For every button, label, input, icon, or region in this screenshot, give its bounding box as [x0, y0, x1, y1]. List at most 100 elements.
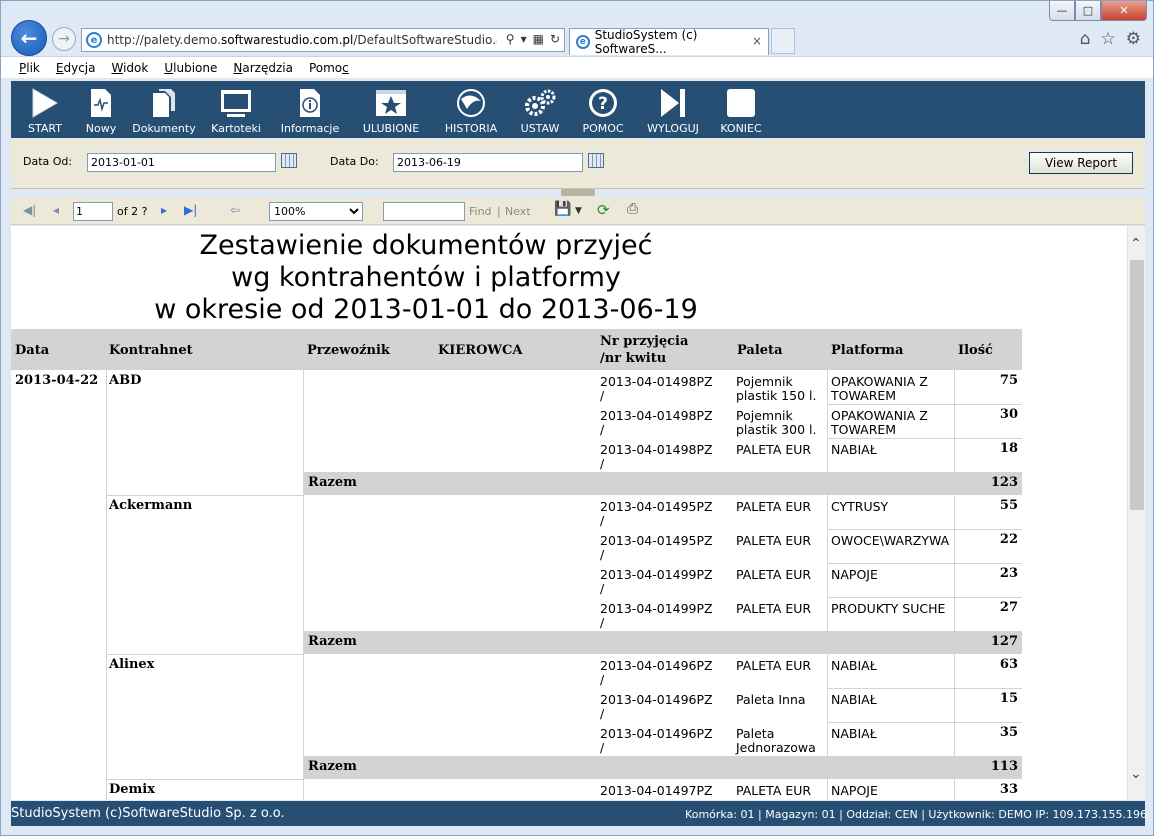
toolbar-nowy[interactable]: Nowy: [75, 81, 127, 138]
platforma-line-1: OPAKOWANIA Z: [831, 374, 928, 389]
platforma-line-1: NABIAŁ: [831, 442, 877, 457]
header-ilosc: Ilość: [958, 343, 993, 358]
compatibility-icon[interactable]: ▦: [533, 32, 544, 46]
forward-button[interactable]: →: [52, 27, 76, 51]
settings-gear-icon[interactable]: ⚙: [1126, 29, 1141, 49]
group-divider: [106, 779, 303, 780]
platforma-line-1: OWOCE\WARZYWA: [831, 533, 950, 548]
nr-przyjecia: 2013-04-01498PZ: [600, 408, 713, 423]
kontrahent-name: Demix: [109, 782, 155, 797]
platforma-line-1: NABIAŁ: [831, 658, 877, 673]
back-to-parent-icon[interactable]: ⇦: [230, 203, 240, 217]
help-icon: ?: [587, 87, 619, 119]
vertical-scrollbar[interactable]: ⌃ ⌄: [1127, 226, 1145, 800]
paleta-line-2: plastik 300 l.: [736, 422, 817, 437]
first-page-icon[interactable]: ◀|: [23, 203, 36, 217]
toolbar-pomoc[interactable]: ? POMOC: [571, 81, 635, 138]
zoom-select[interactable]: 100%: [269, 202, 363, 221]
scrollbar-thumb[interactable]: [1130, 260, 1144, 510]
last-page-icon[interactable]: ▶|: [184, 203, 197, 217]
toolbar-start[interactable]: START: [15, 81, 75, 138]
platforma-line-2: TOWAREM: [831, 422, 897, 437]
print-icon[interactable]: ⎙: [627, 201, 638, 217]
report-viewer: Zestawienie dokumentów przyjeć wg kontra…: [11, 226, 1127, 800]
toolbar-dokumenty[interactable]: Dokumenty: [127, 81, 201, 138]
menu-edycja[interactable]: Edycja: [56, 61, 96, 75]
toolbar-historia[interactable]: HISTORIA: [433, 81, 509, 138]
maximize-button[interactable]: □: [1075, 1, 1101, 21]
star-icon: [374, 87, 408, 119]
menu-pomoc[interactable]: Pomoc: [309, 61, 349, 75]
ilosc-value: 30: [999, 407, 1018, 422]
home-icon[interactable]: ⌂: [1080, 29, 1091, 49]
scroll-up-icon[interactable]: ⌃: [1130, 236, 1142, 252]
toolbar-informacje[interactable]: Informacje: [271, 81, 349, 138]
address-tools: ⚲ ▾ ▦ ↻: [506, 32, 560, 46]
row-divider: [827, 722, 1022, 723]
report-parameters: Data Od: Data Do: View Report: [11, 139, 1145, 189]
search-icon[interactable]: ⚲: [506, 32, 515, 46]
gears-icon: [523, 87, 557, 119]
nr-przyjecia: 2013-04-01498PZ: [600, 442, 713, 457]
group-divider: [106, 495, 303, 496]
scroll-down-icon[interactable]: ⌄: [1130, 766, 1142, 782]
header-kierowca: KIEROWCA: [438, 343, 523, 358]
paleta-line-1: PALETA EUR: [736, 442, 812, 457]
back-button[interactable]: ←: [11, 20, 47, 56]
page-count: of 2 ?: [117, 205, 148, 218]
toolbar-kartoteki[interactable]: Kartoteki: [201, 81, 271, 138]
toolbar-ulubione[interactable]: ULUBIONE: [349, 81, 433, 138]
find-separator: |: [497, 205, 501, 218]
ilosc-value: 23: [999, 566, 1018, 581]
find-link[interactable]: Find: [469, 205, 492, 218]
next-link[interactable]: Next: [505, 205, 531, 218]
ilosc-value: 33: [999, 782, 1018, 797]
refresh-icon[interactable]: ⟳: [597, 201, 610, 219]
menu-ulubione[interactable]: Ulubione: [164, 61, 217, 75]
refresh-icon[interactable]: ↻: [550, 32, 560, 46]
row-divider: [827, 563, 1022, 564]
url-text: http://palety.demo.softwarestudio.com.pl…: [107, 33, 497, 47]
platforma-line-1: NABIAŁ: [831, 726, 877, 741]
ilosc-value: 75: [999, 373, 1018, 388]
nr-kwitu: /: [600, 422, 605, 437]
toolbar-koniec[interactable]: KONIEC: [711, 81, 771, 138]
dropdown-arrow-icon[interactable]: ▾: [521, 32, 527, 46]
calendar-icon[interactable]: [281, 153, 297, 168]
view-report-button[interactable]: View Report: [1029, 152, 1133, 174]
find-input[interactable]: [383, 202, 465, 221]
ilosc-value: 15: [999, 691, 1018, 706]
menu-bar: Plik Edycja Widok Ulubione Narzędzia Pom…: [1, 56, 1153, 78]
previous-page-icon[interactable]: ◂: [53, 203, 59, 217]
new-document-icon: [88, 87, 114, 119]
new-tab-button[interactable]: [771, 28, 795, 54]
export-save-icon[interactable]: 💾: [554, 201, 571, 217]
favorites-star-icon[interactable]: ☆: [1101, 29, 1116, 49]
play-icon: [30, 87, 60, 119]
nr-przyjecia: 2013-04-01495PZ: [600, 499, 713, 514]
row-divider: [827, 404, 1022, 405]
tab-close-icon[interactable]: ×: [752, 34, 762, 48]
tab-title: StudioSystem (c) SoftwareS...: [594, 28, 698, 56]
next-page-icon[interactable]: ▸: [161, 203, 167, 217]
menu-widok[interactable]: Widok: [111, 61, 148, 75]
date-to-input[interactable]: [393, 153, 583, 172]
report-toolbar: ◀| ◂ of 2 ? ▸ ▶| ⇦ 100% Find | Next 💾 ▼ …: [11, 197, 1145, 225]
collapse-parameters-handle[interactable]: [561, 189, 595, 196]
date-from-input[interactable]: [87, 153, 276, 172]
minimize-button[interactable]: —: [1049, 1, 1075, 21]
menu-plik[interactable]: Plik: [19, 61, 40, 75]
toolbar-ustaw[interactable]: USTAW: [509, 81, 571, 138]
dropdown-arrow-icon[interactable]: ▼: [575, 206, 582, 216]
header-data: Data: [15, 343, 50, 358]
stop-icon: [725, 87, 757, 119]
address-bar[interactable]: e http://palety.demo.softwarestudio.com.…: [81, 28, 565, 52]
page-number-input[interactable]: [73, 202, 113, 221]
column-divider: [827, 370, 828, 800]
ilosc-value: 27: [999, 600, 1018, 615]
close-window-button[interactable]: ✕: [1101, 1, 1147, 21]
browser-tab[interactable]: e StudioSystem (c) SoftwareS... ×: [569, 28, 769, 56]
menu-narzedzia[interactable]: Narzędzia: [233, 61, 293, 75]
calendar-icon[interactable]: [588, 153, 604, 168]
toolbar-wyloguj[interactable]: WYLOGUJ: [635, 81, 711, 138]
